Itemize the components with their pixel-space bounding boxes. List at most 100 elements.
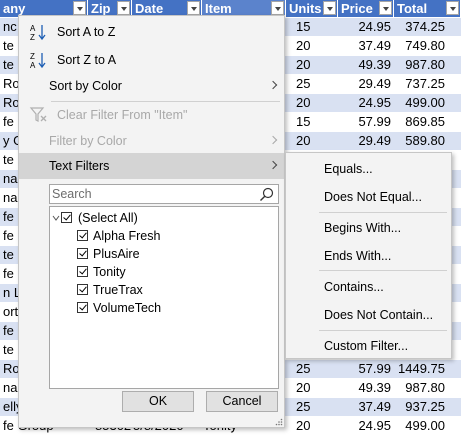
sort-z-to-a-label: Sort Z to A (57, 53, 117, 67)
equals-label: Equals... (324, 162, 373, 176)
value-checkbox[interactable] (77, 248, 88, 259)
price-cell: 29.49 (358, 133, 391, 148)
ends-with-label: Ends With... (324, 249, 392, 263)
filter-dropdown-zip[interactable] (117, 1, 130, 15)
company-cell: nc (3, 19, 17, 34)
clear-filter-item[interactable]: Clear Filter From "Item" (19, 102, 284, 128)
text-filters-item[interactable]: Text Filters (19, 153, 284, 179)
price-cell: 24.95 (358, 418, 391, 433)
company-cell: te (3, 247, 14, 262)
filter-by-color-label: Filter by Color (49, 134, 127, 148)
price-cell: 37.49 (358, 38, 391, 53)
total-cell: 1449.75 (398, 361, 445, 376)
sort-a-to-z-label: Sort A to Z (57, 25, 116, 39)
value-checkbox[interactable] (77, 302, 88, 313)
sort-by-color-label: Sort by Color (49, 79, 122, 93)
does-not-contain-item[interactable]: Does Not Contain... (286, 302, 451, 328)
sort-a-to-z-item[interactable]: A Z Sort A to Z (19, 19, 284, 45)
custom-filter-label: Custom Filter... (324, 339, 409, 353)
search-input[interactable] (52, 186, 252, 202)
svg-text:Z: Z (30, 52, 35, 61)
header-total[interactable]: Total (394, 0, 461, 17)
header-price-label: Price (341, 1, 373, 16)
units-cell: 20 (296, 95, 311, 110)
value-checkbox[interactable] (77, 230, 88, 241)
units-cell: 20 (296, 38, 311, 53)
ok-button[interactable]: OK (122, 391, 194, 412)
does-not-equal-item[interactable]: Does Not Equal... (286, 184, 451, 210)
text-filters-submenu: Equals... Does Not Equal... Begins With.… (285, 152, 452, 359)
svg-text:A: A (30, 24, 36, 33)
list-item-label: TrueTrax (93, 283, 143, 297)
total-cell: 987.80 (405, 380, 445, 395)
contains-item[interactable]: Contains... (286, 274, 451, 300)
company-cell: te (3, 152, 14, 167)
list-item-label: PlusAire (93, 247, 140, 261)
select-all-checkbox[interactable] (61, 212, 72, 223)
total-cell: 869.85 (405, 114, 445, 129)
clear-filter-label: Clear Filter From "Item" (57, 108, 188, 122)
contains-label: Contains... (324, 280, 384, 294)
header-price[interactable]: Price (338, 0, 394, 17)
units-cell: 20 (296, 418, 311, 433)
clear-filter-icon (29, 107, 47, 122)
total-cell: 937.25 (405, 399, 445, 414)
filter-dropdown-date[interactable] (187, 1, 200, 15)
header-total-label: Total (397, 1, 428, 16)
company-cell: te (3, 57, 14, 72)
ends-with-item[interactable]: Ends With... (286, 243, 451, 269)
price-cell: 57.99 (358, 361, 391, 376)
filter-dropdown-company[interactable] (73, 1, 86, 15)
sort-descending-icon: Z A (30, 52, 46, 69)
value-checkbox[interactable] (77, 266, 88, 277)
total-cell: 499.00 (405, 418, 445, 433)
autofilter-menu: A Z Sort A to Z Z A Sort Z to A Sort by … (18, 15, 285, 428)
price-cell: 49.39 (358, 380, 391, 395)
header-zip-label: Zip (91, 1, 111, 16)
cancel-button[interactable]: Cancel (206, 391, 278, 412)
filter-dropdown-units[interactable] (323, 1, 336, 15)
equals-item[interactable]: Equals... (286, 156, 451, 182)
sort-by-color-item[interactable]: Sort by Color (19, 73, 284, 99)
price-cell: 37.49 (358, 399, 391, 414)
price-cell: 24.95 (358, 95, 391, 110)
value-checkbox[interactable] (77, 284, 88, 295)
units-cell: 25 (296, 76, 311, 91)
total-cell: 374.25 (405, 19, 445, 34)
header-item-label: Item (205, 1, 232, 16)
list-item-label: Tonity (93, 265, 126, 279)
units-cell: 20 (296, 57, 311, 72)
header-units[interactable]: Units (286, 0, 338, 17)
header-date-label: Date (135, 1, 164, 16)
chevron-right-icon (268, 80, 278, 90)
units-cell: 15 (296, 19, 311, 34)
search-icon[interactable] (259, 187, 274, 202)
filter-by-color-item[interactable]: Filter by Color (19, 128, 284, 154)
svg-text:A: A (30, 61, 36, 69)
custom-filter-item[interactable]: Custom Filter... (286, 333, 451, 359)
sort-z-to-a-item[interactable]: Z A Sort Z to A (19, 47, 284, 73)
menu-separator (319, 270, 447, 271)
list-item-label: VolumeTech (93, 301, 162, 315)
total-cell: 499.00 (405, 95, 445, 110)
units-cell: 25 (296, 399, 311, 414)
text-filters-label: Text Filters (49, 159, 110, 173)
filter-dropdown-price[interactable] (379, 1, 392, 15)
does-not-contain-label: Does Not Contain... (324, 308, 434, 322)
search-box[interactable] (49, 184, 279, 204)
list-item-label: (Select All) (78, 211, 138, 225)
does-not-equal-label: Does Not Equal... (324, 190, 422, 204)
total-cell: 987.80 (405, 57, 445, 72)
begins-with-item[interactable]: Begins With... (286, 215, 451, 241)
chevron-right-icon (268, 160, 278, 170)
chevron-right-icon (268, 135, 278, 145)
company-cell: te (3, 38, 14, 53)
filter-dropdown-total[interactable] (446, 1, 459, 15)
price-cell: 29.49 (358, 76, 391, 91)
filter-value-list: (Select All) Alpha Fresh PlusAire Tonity… (49, 206, 279, 389)
filter-dropdown-item[interactable] (271, 1, 284, 15)
price-cell: 57.99 (358, 114, 391, 129)
total-cell: 589.80 (405, 133, 445, 148)
resize-grip-icon[interactable] (275, 418, 283, 426)
sort-ascending-icon: A Z (30, 24, 46, 41)
